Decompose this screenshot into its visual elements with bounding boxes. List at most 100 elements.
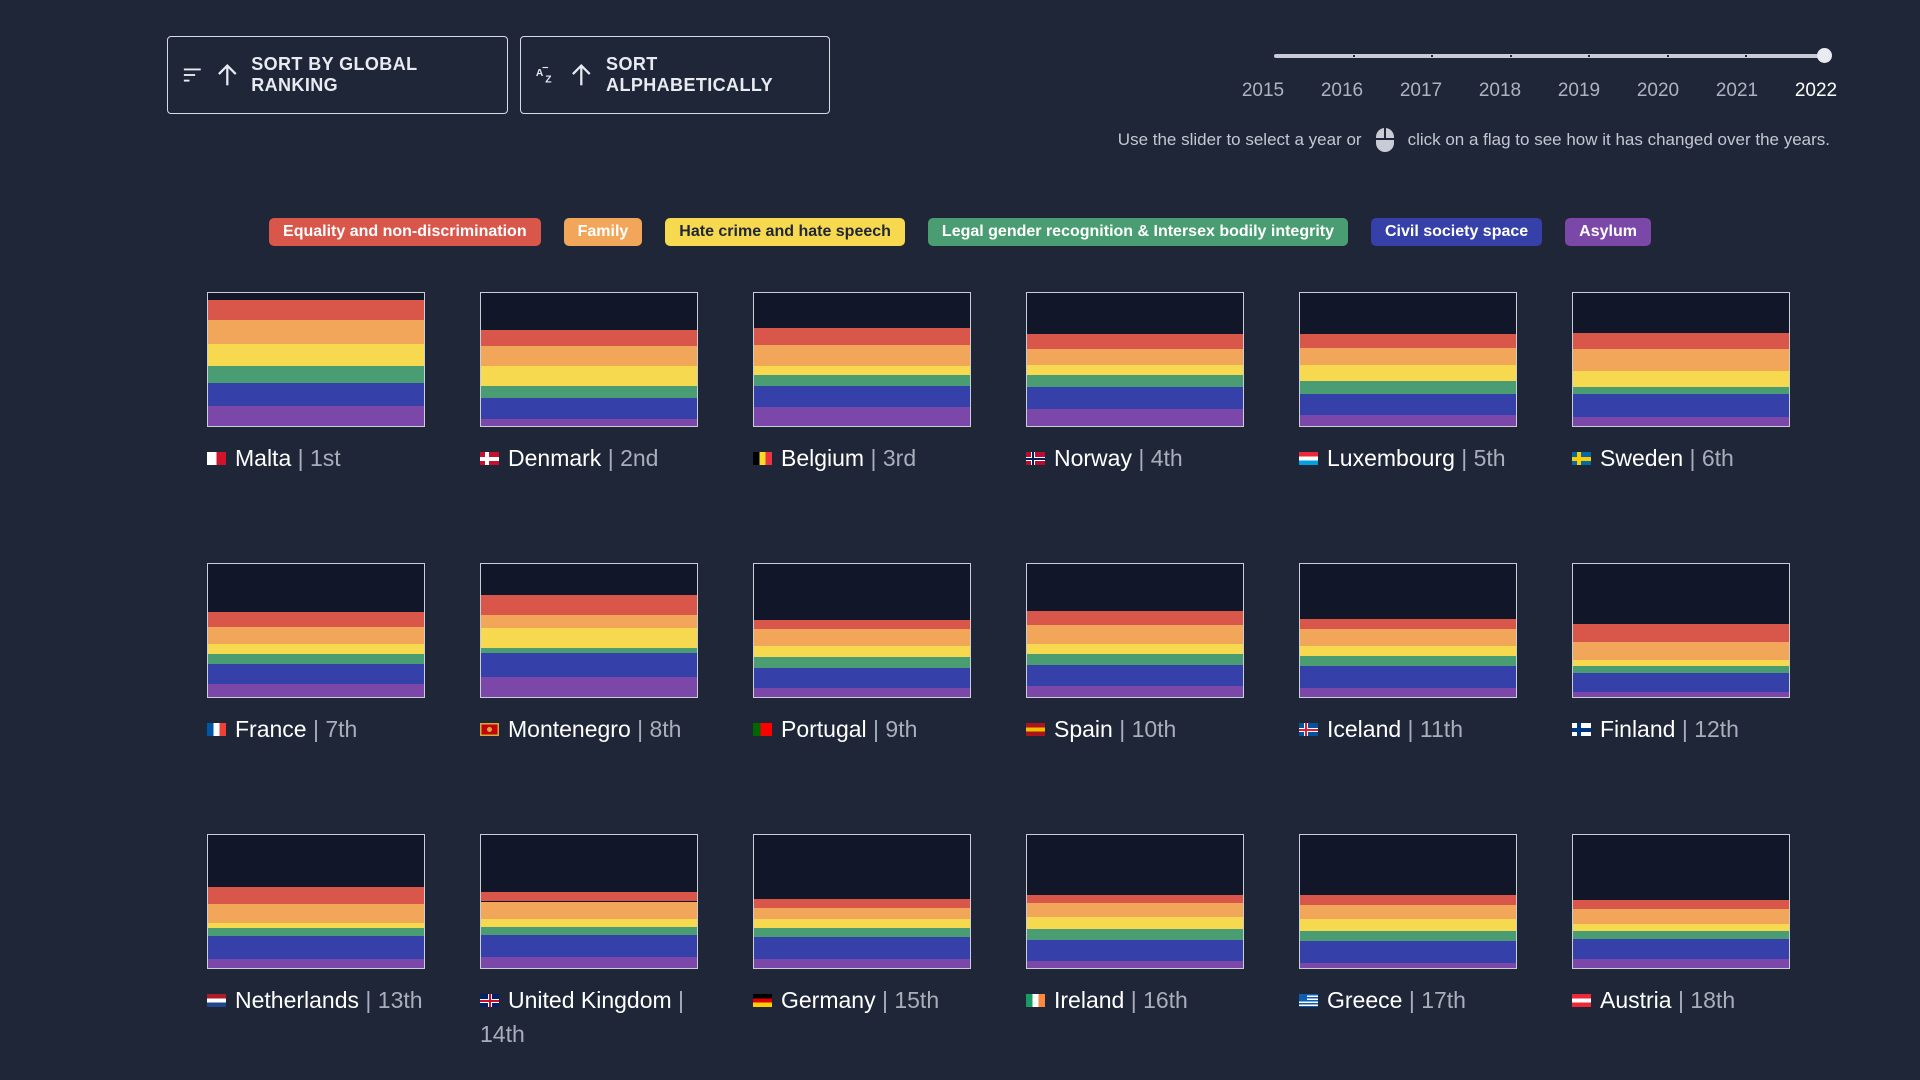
legend-tag[interactable]: Asylum xyxy=(1565,218,1651,246)
slider-hint: Use the slider to select a year or click… xyxy=(1118,126,1830,154)
flag-stripe xyxy=(1027,387,1243,409)
flag-stripe xyxy=(481,594,697,615)
legend-tag[interactable]: Civil society space xyxy=(1370,218,1543,246)
flag-stripe xyxy=(1573,642,1789,660)
year-labels: 2015 2016 2017 2018 2019 2020 2021 2022 xyxy=(1233,80,1843,104)
sort-alphabetically-button[interactable]: A Z SORT ALPHABETICALLY xyxy=(520,36,830,114)
flag-stripe xyxy=(208,319,424,344)
country-rainbow-flag[interactable] xyxy=(1026,834,1244,969)
year-label-2018[interactable]: 2018 xyxy=(1470,80,1530,102)
country-rainbow-flag[interactable] xyxy=(1299,834,1517,969)
flag-stripe xyxy=(1027,364,1243,376)
country-caption: Malta | 1st xyxy=(207,441,425,475)
flag-stripe xyxy=(754,366,970,376)
flag-stripe xyxy=(481,627,697,648)
flag-stripe xyxy=(208,626,424,644)
country-rank: | 9th xyxy=(866,716,918,742)
country-name: Netherlands xyxy=(235,987,360,1013)
country-rainbow-flag[interactable] xyxy=(1572,292,1790,427)
flag-stripe xyxy=(481,366,697,387)
country-rainbow-flag[interactable] xyxy=(1026,563,1244,698)
country-rainbow-flag[interactable] xyxy=(480,834,698,969)
flag-stripe xyxy=(208,654,424,664)
country-name: United Kingdom xyxy=(508,987,672,1013)
country-card: Portugal | 9th xyxy=(753,563,971,746)
iceland-flag-icon xyxy=(1299,723,1318,736)
flag-stripe xyxy=(1027,665,1243,687)
flag-stripe xyxy=(481,419,697,426)
flag-stripe xyxy=(1573,673,1789,692)
country-card: Luxembourg | 5th xyxy=(1299,292,1517,475)
flag-stripe xyxy=(754,646,970,658)
flag-stripe xyxy=(1573,371,1789,388)
country-rainbow-flag[interactable] xyxy=(207,292,425,427)
country-card: Finland | 12th xyxy=(1572,563,1790,746)
flag-stripe xyxy=(1300,415,1516,426)
flag-stripe xyxy=(208,611,424,627)
flag-stripe xyxy=(754,928,970,938)
year-label-2015[interactable]: 2015 xyxy=(1233,80,1293,102)
country-rainbow-flag[interactable] xyxy=(753,563,971,698)
flag-stripe xyxy=(481,901,697,919)
flag-stripe xyxy=(1300,666,1516,688)
country-name: Sweden xyxy=(1600,445,1684,471)
legend-tag[interactable]: Hate crime and hate speech xyxy=(665,218,905,246)
flag-stripe xyxy=(1300,905,1516,919)
legend-tag[interactable]: Legal gender recognition & Intersex bodi… xyxy=(927,218,1348,246)
year-label-2021[interactable]: 2021 xyxy=(1707,80,1767,102)
slider-handle[interactable] xyxy=(1817,48,1832,63)
country-rainbow-flag[interactable] xyxy=(1026,292,1244,427)
country-rainbow-flag[interactable] xyxy=(207,834,425,969)
legend-tag[interactable]: Equality and non-discrimination xyxy=(269,218,541,246)
flag-stripe xyxy=(754,619,970,630)
flag-stripe xyxy=(481,346,697,367)
country-name: Spain xyxy=(1054,716,1113,742)
country-card: Sweden | 6th xyxy=(1572,292,1790,475)
flag-stripe xyxy=(1300,394,1516,416)
slider-track[interactable] xyxy=(1274,54,1824,58)
country-rainbow-flag[interactable] xyxy=(480,563,698,698)
finland-flag-icon xyxy=(1572,723,1591,736)
svg-text:Z: Z xyxy=(545,74,552,85)
flag-stripe xyxy=(481,386,697,399)
sort-by-global-ranking-button[interactable]: SORT BY GLOBAL RANKING xyxy=(167,36,508,114)
flag-stripe xyxy=(481,957,697,968)
country-caption: Montenegro | 8th xyxy=(480,712,698,746)
flag-stripe xyxy=(1573,387,1789,395)
country-rainbow-flag[interactable] xyxy=(207,563,425,698)
category-legend: Equality and non-discrimination Family Hat… xyxy=(0,218,1920,246)
year-label-2019[interactable]: 2019 xyxy=(1549,80,1609,102)
year-label-2022[interactable]: 2022 xyxy=(1786,80,1846,102)
country-rainbow-flag[interactable] xyxy=(753,834,971,969)
country-rainbow-flag[interactable] xyxy=(753,292,971,427)
country-rainbow-flag[interactable] xyxy=(1572,563,1790,698)
flag-stripe xyxy=(1300,618,1516,630)
flag-stripe xyxy=(1027,375,1243,388)
flag-stripe xyxy=(208,928,424,937)
denmark-flag-icon xyxy=(480,452,499,465)
country-rainbow-flag[interactable] xyxy=(1299,292,1517,427)
flag-stripe xyxy=(1573,958,1789,968)
flag-stripe xyxy=(481,653,697,678)
legend-tag[interactable]: Family xyxy=(563,218,643,246)
year-label-2016[interactable]: 2016 xyxy=(1312,80,1372,102)
country-rainbow-flag[interactable] xyxy=(480,292,698,427)
flag-stripe xyxy=(481,398,697,420)
country-rainbow-flag[interactable] xyxy=(1572,834,1790,969)
flag-stripe xyxy=(1300,941,1516,963)
country-card: Greece | 17th xyxy=(1299,834,1517,1017)
country-rank: | 4th xyxy=(1131,445,1183,471)
belgium-flag-icon xyxy=(753,452,772,465)
flag-stripe xyxy=(1573,691,1789,697)
flag-stripe xyxy=(1300,655,1516,667)
flag-stripe xyxy=(208,958,424,968)
montenegro-flag-icon xyxy=(480,723,499,736)
flag-stripe xyxy=(754,898,970,909)
year-slider[interactable] xyxy=(1270,44,1832,68)
sort-lines-icon xyxy=(183,68,201,82)
year-label-2020[interactable]: 2020 xyxy=(1628,80,1688,102)
country-caption: Belgium | 3rd xyxy=(753,441,971,475)
flag-stripe xyxy=(1027,643,1243,655)
country-rainbow-flag[interactable] xyxy=(1299,563,1517,698)
year-label-2017[interactable]: 2017 xyxy=(1391,80,1451,102)
